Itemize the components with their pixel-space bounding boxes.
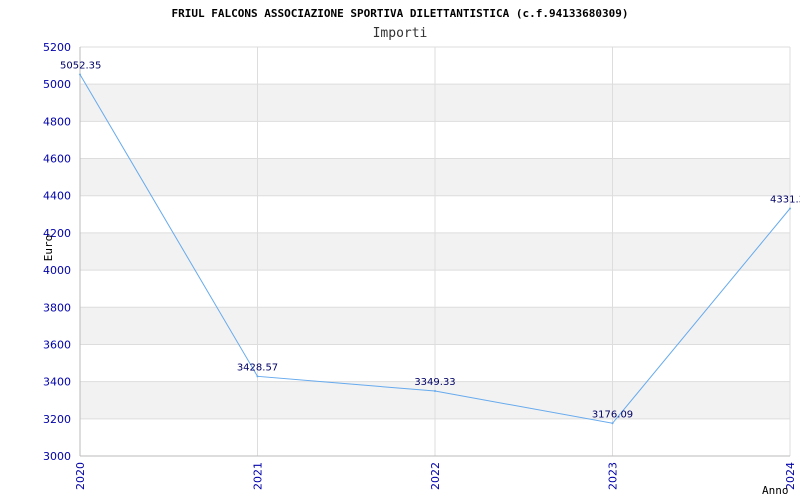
data-label: 3349.33 (414, 377, 455, 388)
x-tick-label: 2020 (74, 462, 87, 490)
chart-subtitle: Importi (373, 26, 428, 41)
y-tick-label: 3200 (43, 413, 71, 426)
data-point (434, 390, 436, 393)
x-tick-label: 2022 (429, 462, 442, 490)
data-label: 4331.3 (770, 194, 800, 205)
data-point (611, 422, 614, 425)
y-tick-label: 5000 (43, 78, 71, 91)
chart-title: FRIUL FALCONS ASSOCIAZIONE SPORTIVA DILE… (172, 7, 629, 20)
data-point (256, 375, 259, 378)
y-tick-label: 4800 (43, 115, 71, 128)
data-point (789, 207, 791, 210)
x-tick-label: 2023 (607, 462, 620, 490)
data-label: 3428.57 (237, 362, 278, 373)
x-tick-label: 2021 (252, 462, 265, 490)
data-label: 3176.09 (592, 409, 633, 420)
y-tick-label: 3800 (43, 301, 71, 314)
y-tick-label: 5200 (43, 41, 71, 54)
chart: FRIUL FALCONS ASSOCIAZIONE SPORTIVA DILE… (42, 7, 800, 497)
y-tick-label: 3400 (43, 376, 71, 389)
y-tick-label: 3000 (43, 450, 71, 463)
data-label: 5052.35 (60, 60, 101, 71)
y-tick-label: 4600 (43, 153, 71, 166)
y-axis-label: Euro (42, 235, 55, 262)
y-tick-label: 3600 (43, 338, 71, 351)
x-axis-label: Anno (762, 484, 789, 497)
y-tick-label: 4000 (43, 264, 71, 277)
data-point (79, 73, 81, 76)
x-axis-ticks: 2020 2021 2022 2023 2024 (74, 462, 797, 490)
y-tick-label: 4400 (43, 190, 71, 203)
